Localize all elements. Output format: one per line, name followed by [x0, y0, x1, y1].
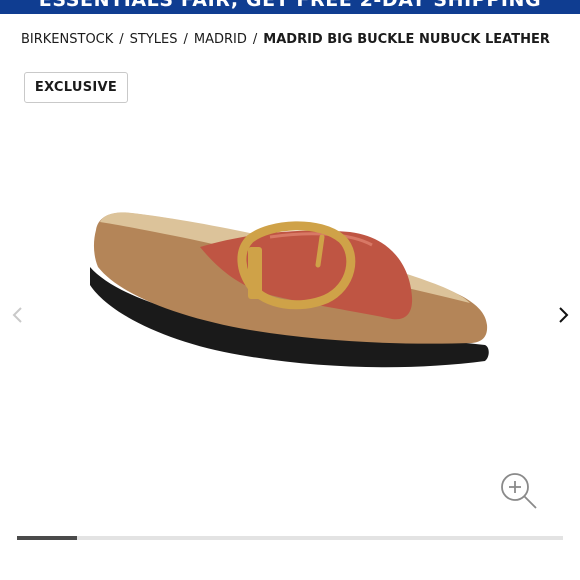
buckle-prong [248, 247, 262, 299]
breadcrumb-separator: / [183, 32, 188, 47]
carousel-progress-track [17, 536, 563, 540]
breadcrumb-link-madrid[interactable]: MADRID [194, 30, 247, 50]
promo-banner[interactable]: ESSENTIALS FAIR, GET FREE 2-DAY SHIPPING [0, 0, 580, 14]
breadcrumb-link-styles[interactable]: STYLES [130, 30, 178, 50]
breadcrumb-link-birkenstock[interactable]: BIRKENSTOCK [21, 30, 113, 50]
exclusive-badge: EXCLUSIVE [24, 72, 128, 103]
breadcrumb: BIRKENSTOCK / STYLES / MADRID / MADRID BIG BUC… [21, 30, 550, 50]
chevron-left-icon[interactable] [3, 300, 33, 330]
breadcrumb-current: MADRID BIG BUCKLE NUBUCK LEATHER [263, 32, 550, 47]
chevron-right-icon[interactable] [549, 300, 579, 330]
zoom-in-icon[interactable] [498, 470, 538, 510]
breadcrumb-separator: / [119, 32, 124, 47]
promo-text: ESSENTIALS FAIR, GET FREE 2-DAY SHIPPING [38, 0, 542, 11]
carousel-progress-fill [17, 536, 78, 540]
breadcrumb-separator: / [252, 32, 258, 47]
product-image[interactable] [80, 195, 500, 395]
